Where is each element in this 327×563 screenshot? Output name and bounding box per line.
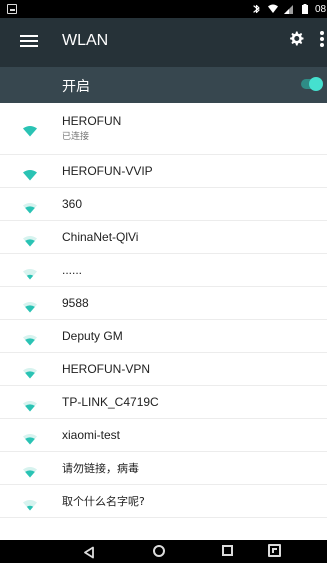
network-name: 请勿链接，病毒 [62, 462, 139, 475]
network-row-tp-link[interactable]: TP-LINK_C4719C [0, 386, 327, 419]
recents-icon[interactable] [222, 545, 233, 556]
wifi-network-list: HEROFUN 已连接 HEROFUN-VVIP 360 ChinaNet-Ql… [0, 103, 327, 540]
network-name: xiaomi-test [62, 428, 121, 442]
network-row-dots[interactable]: ...... [0, 254, 327, 287]
network-name: 360 [62, 197, 83, 211]
wifi-signal-medium-icon [22, 430, 38, 445]
gear-icon[interactable] [287, 30, 305, 48]
network-row-herofun-vvip[interactable]: HEROFUN-VVIP [0, 155, 327, 188]
page-title: WLAN [62, 32, 109, 49]
wifi-signal-medium-icon [22, 364, 38, 379]
network-name: HEROFUN [62, 114, 122, 128]
network-row-xiaomi-test[interactable]: xiaomi-test [0, 419, 327, 452]
wifi-signal-weak-icon [22, 265, 38, 280]
wifi-signal-medium-icon [22, 199, 38, 214]
status-bar: 08:5 [0, 0, 327, 18]
wifi-signal-medium-icon [22, 397, 38, 412]
network-row-herofun-vpn[interactable]: HEROFUN-VPN [0, 353, 327, 386]
wifi-signal-icon [267, 3, 279, 15]
network-name: HEROFUN-VVIP [62, 164, 153, 178]
wifi-signal-full-icon [22, 122, 38, 137]
wifi-signal-full-icon [22, 166, 38, 181]
wlan-toggle-label: 开启 [62, 79, 90, 95]
network-name: HEROFUN-VPN [62, 362, 151, 376]
battery-icon [299, 3, 311, 15]
wifi-signal-medium-icon [22, 298, 38, 313]
more-vert-icon[interactable] [320, 31, 324, 49]
network-name: Deputy GM [62, 329, 123, 343]
wifi-signal-medium-icon [22, 331, 38, 346]
image-notification-icon [7, 4, 17, 14]
network-row-do-not-connect[interactable]: 请勿链接，病毒 [0, 452, 327, 485]
network-status: 已连接 [62, 132, 90, 142]
network-name: 9588 [62, 296, 89, 310]
wlan-toggle-switch[interactable] [301, 77, 323, 91]
wlan-screen: 08:5 WLAN 开启 HEROFUN 已连接 [0, 0, 327, 563]
status-icons: 08:5 [251, 1, 327, 17]
network-row-deputy-gm[interactable]: Deputy GM [0, 320, 327, 353]
network-name: TP-LINK_C4719C [62, 395, 159, 409]
wifi-signal-medium-icon [22, 232, 38, 247]
back-icon[interactable] [83, 544, 94, 559]
network-row-chinanet[interactable]: ChinaNet-QlVi [0, 221, 327, 254]
network-row-name-question[interactable]: 取个什么名字呢? [0, 485, 327, 518]
status-time: 08:5 [315, 3, 327, 15]
network-row-herofun[interactable]: HEROFUN 已连接 [0, 103, 327, 155]
network-row-9588[interactable]: 9588 [0, 287, 327, 320]
wifi-signal-medium-icon [22, 463, 38, 478]
network-name: ChinaNet-QlVi [62, 230, 139, 244]
network-row-360[interactable]: 360 [0, 188, 327, 221]
screenshot-icon[interactable] [268, 544, 281, 557]
network-name: 取个什么名字呢? [62, 495, 145, 508]
navigation-bar [0, 540, 327, 563]
mobile-signal-icon [283, 3, 295, 15]
network-name: ...... [62, 263, 83, 277]
wifi-signal-weak-icon [22, 496, 38, 511]
bluetooth-icon [251, 3, 263, 15]
home-icon[interactable] [153, 545, 165, 557]
app-bar: WLAN [0, 18, 327, 67]
menu-icon[interactable] [20, 34, 38, 48]
wlan-toggle-bar[interactable]: 开启 [0, 67, 327, 103]
